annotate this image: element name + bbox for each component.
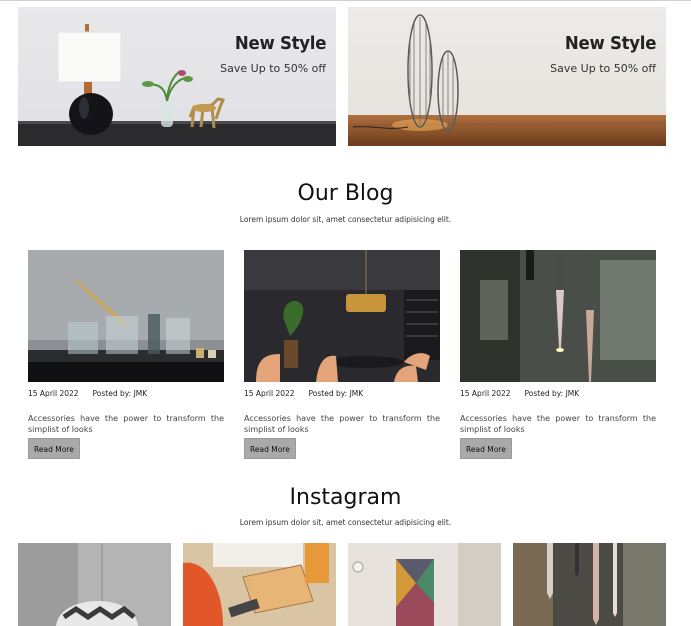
floor-lamp-image: [348, 14, 666, 146]
promo-banner-floor-lamp[interactable]: New Style Save Up to 50% off: [348, 7, 666, 146]
post-date: 15 April 2022: [244, 389, 295, 398]
promo-banner-lamp[interactable]: New Style Save Up to 50% off: [18, 7, 336, 146]
blog-image-glass-vases[interactable]: [28, 250, 224, 382]
blog-heading: Our Blog: [297, 181, 394, 206]
post-excerpt: Accessories have the power to transform …: [460, 414, 656, 434]
read-more-button[interactable]: Read More: [28, 438, 80, 459]
blog-card: 15 April 2022 Posted by: JMK Accessories …: [460, 250, 656, 459]
blog-card: 15 April 2022 Posted by: JMK Accessories …: [244, 250, 440, 459]
post-author: Posted by: JMK: [524, 389, 580, 398]
blog-image-dining-room[interactable]: [244, 250, 440, 382]
instagram-photo[interactable]: [348, 543, 501, 626]
blog-card: 15 April 2022 Posted by: JMK Accessories …: [28, 250, 224, 459]
post-excerpt: Accessories have the power to transform …: [244, 414, 440, 434]
instagram-subheading: Lorem ipsum dolor sit, amet consectetur …: [239, 518, 452, 527]
instagram-photo[interactable]: [18, 543, 171, 626]
banner-subtitle: Save Up to 50% off: [220, 62, 326, 75]
post-excerpt: Accessories have the power to transform …: [28, 414, 224, 434]
post-author: Posted by: JMK: [92, 389, 148, 398]
top-divider: [0, 0, 691, 1]
instagram-heading: Instagram: [289, 485, 402, 510]
instagram-photo[interactable]: [183, 543, 336, 626]
post-date: 15 April 2022: [28, 389, 79, 398]
read-more-button[interactable]: Read More: [244, 438, 296, 459]
table-lamp-image: [18, 24, 336, 146]
post-date: 15 April 2022: [460, 389, 511, 398]
blog-image-pendant-lights[interactable]: [460, 250, 656, 382]
instagram-photo[interactable]: [513, 543, 666, 626]
blog-subheading: Lorem ipsum dolor sit, amet consectetur …: [239, 215, 452, 224]
read-more-button[interactable]: Read More: [460, 438, 512, 459]
banner-subtitle: Save Up to 50% off: [550, 62, 656, 75]
banner-title: New Style: [564, 33, 657, 54]
banner-title: New Style: [234, 33, 327, 54]
post-author: Posted by: JMK: [308, 389, 364, 398]
